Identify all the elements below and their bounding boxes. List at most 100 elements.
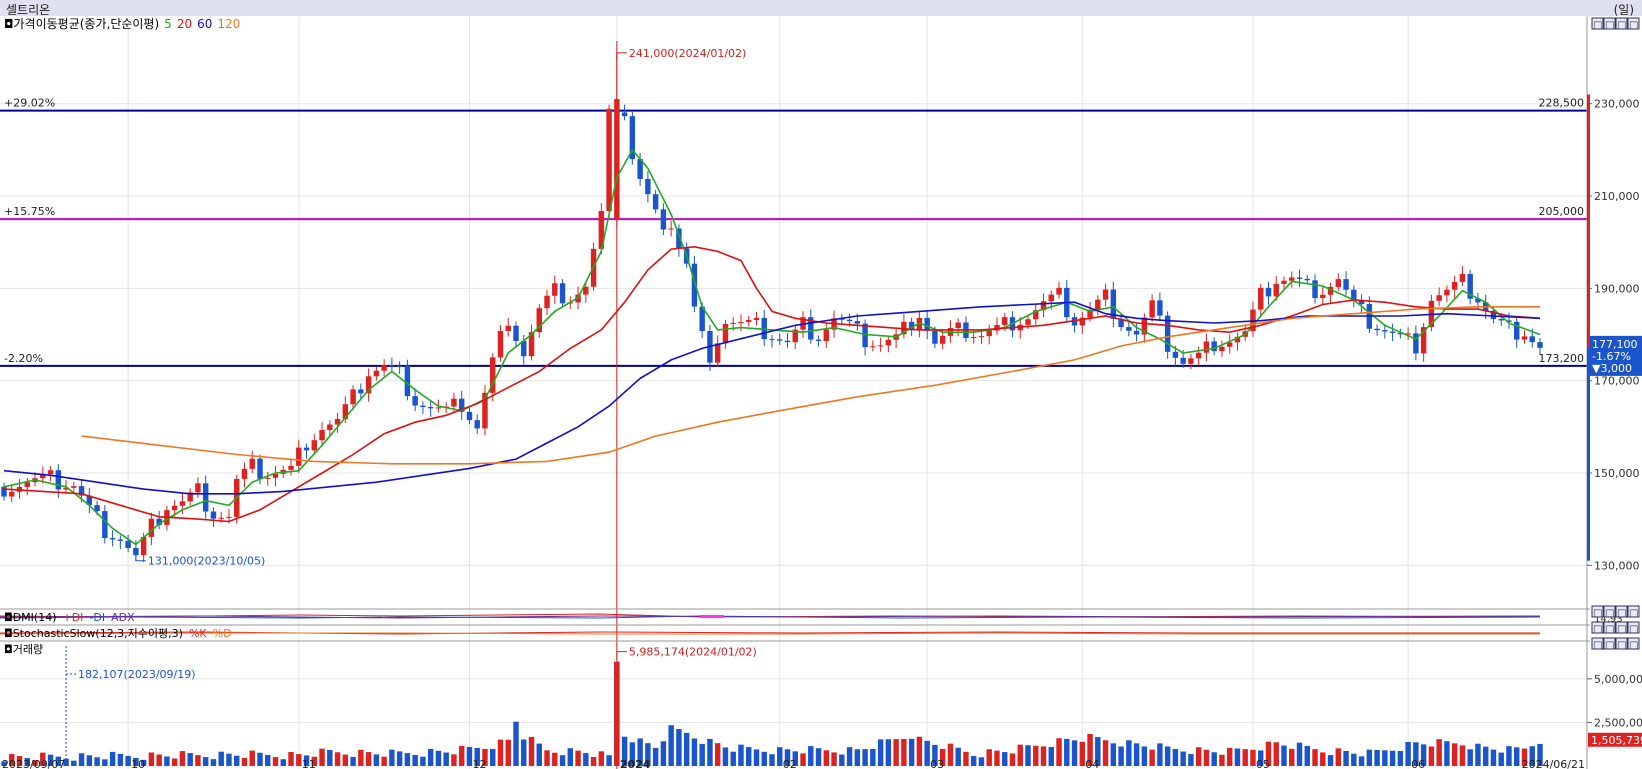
candle-body [621,112,628,117]
panel-button-label: □ [1593,640,1602,651]
candle-body [389,365,395,367]
candle-body [1296,277,1303,279]
candle-body [1374,328,1380,331]
price-tick-label: 130,000 [1594,559,1640,572]
volume-legend[interactable]: ◘거래량 [4,643,43,656]
candle-body [1273,283,1279,297]
volume-bar [676,729,682,766]
candle-body [1389,331,1396,333]
candle-body [1444,289,1450,296]
volume-bar [179,751,186,766]
candle-body [1320,294,1326,299]
volume-bar [598,751,605,766]
volume-bar [1451,743,1458,766]
candle-body [932,330,938,344]
volume-bar [1188,754,1194,766]
candle-body [358,389,364,394]
ma-legend[interactable]: ◘가격이동평균(종가,단순이평) 5 20 60 120 [4,17,240,31]
dmi-legend[interactable]: ◘DMI(14) +DI -DI ADX [4,611,135,624]
volume-bar [1048,747,1054,766]
volume-bar [1056,738,1062,766]
volume-bar [699,744,705,766]
volume-bar [994,750,1000,766]
candle-body [1265,287,1272,297]
x-month-label: 2024 [620,758,651,769]
volume-bar [94,757,100,766]
candle-body [1149,300,1155,318]
candle-body [435,407,442,409]
volume-bar [1498,752,1504,766]
volume-bar [1366,749,1373,766]
chart-window: 셀트리온 (일) ◘가격이동평균(종가,단순이평) 5 20 60 120 ◘DMI(1… [0,0,1642,769]
volume-bar [1040,746,1047,766]
panel-button-label: □ [1629,640,1638,651]
stochastic-legend[interactable]: ◘StochasticSlow(12,3,지수이평,3) %K %D [4,627,232,640]
candle-body [404,365,411,397]
volume-bar [241,757,248,766]
panel-button-label: □ [1593,624,1602,635]
volume-bar [1226,747,1233,766]
volume-bar [1459,745,1466,766]
candle [1164,311,1171,359]
candle-body [1451,281,1458,290]
candle-body [885,339,892,346]
volume-bar [947,743,954,766]
candle-body [1172,351,1179,358]
volume-bar [521,739,527,766]
candle-body [738,322,744,324]
line-price-label: 173,200 [1539,352,1585,365]
candle-body [257,458,263,479]
candle-body [652,194,659,210]
panel-button-label: □ [1617,624,1626,635]
volume-bar [823,750,830,766]
candle-body [1095,299,1101,310]
candle-body [102,511,108,539]
candle-body [513,325,519,341]
volume-bar [800,753,806,766]
volume-bar [955,747,961,766]
candle-body [1056,287,1062,295]
volume-bar [1467,749,1473,766]
volume-bar [218,751,224,766]
panel-button-label: □ [1593,20,1602,31]
volume-bar [490,748,496,766]
volume-bar [1157,743,1163,766]
candle-body [870,346,876,348]
volume-bar [1141,746,1148,766]
volume-bar [839,754,845,766]
volume-bar [1436,739,1442,766]
panel-button-label: □ [1605,608,1614,619]
volume-bar [265,754,271,766]
candle-body [1335,279,1342,287]
range-strip-down [1587,347,1590,561]
volume-bar [1172,749,1179,766]
volume-bar [1428,746,1435,766]
candle-body [327,424,333,431]
price-tick-label: 150,000 [1594,467,1640,480]
candle-body [939,335,946,344]
volume-bar [1133,743,1140,766]
volume-bar [373,754,380,766]
volume-bar [1033,745,1039,766]
candle-body [218,517,224,519]
candle-body [466,411,473,421]
volume-bar [435,750,442,766]
x-month-label: 12 [472,758,486,769]
volume-bar [559,755,566,766]
volume-bar [1405,741,1411,766]
candle-body [769,339,775,341]
x-month-label: 03 [930,758,944,769]
volume-bar [1195,747,1202,766]
candle-body [1343,279,1349,290]
line-percent-label: +15.75% [4,205,55,218]
price-chart[interactable]: ◘가격이동평균(종가,단순이평) 5 20 60 120 ◘DMI(14) +DI -DI A… [0,16,1642,769]
candle-body [714,343,721,363]
panel-button-label: □ [1617,608,1626,619]
panel-button-label: □ [1593,608,1602,619]
volume-bar [1514,747,1520,766]
candle-body [249,458,255,469]
candle-body [521,340,527,357]
volume-tick-label: 5,000,000 [1594,673,1642,686]
volume-bar [1289,748,1295,766]
candle-body [1203,341,1210,353]
